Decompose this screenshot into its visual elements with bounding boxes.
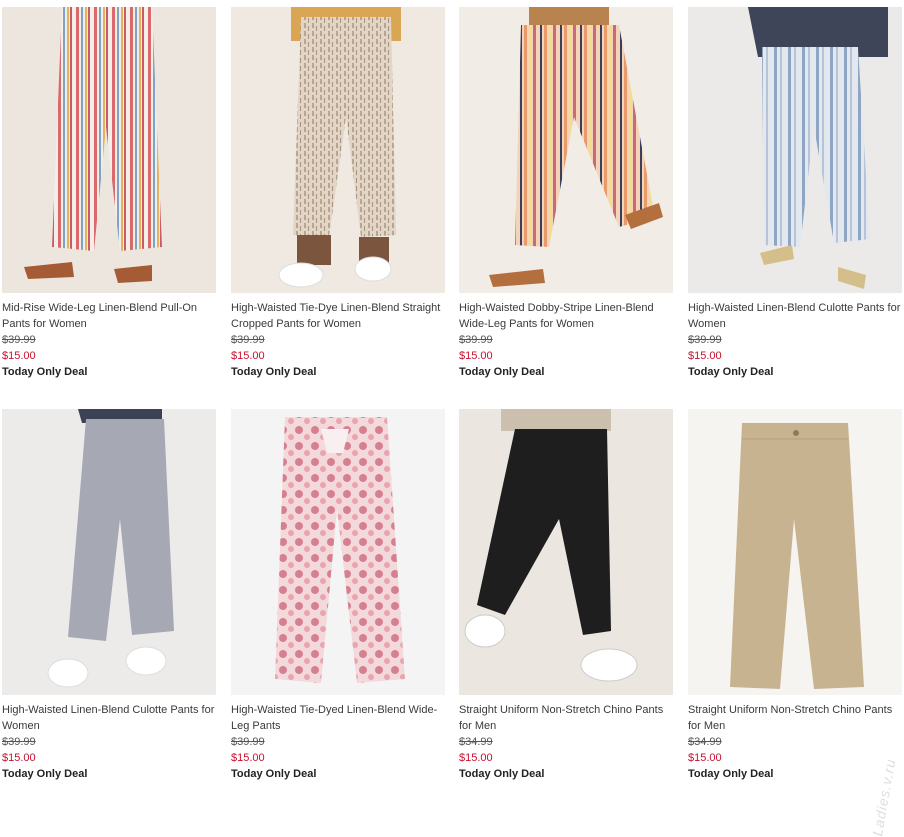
product-title[interactable]: High-Waisted Tie-Dye Linen-Blend Straigh… <box>231 300 445 332</box>
original-price: $39.99 <box>688 334 722 346</box>
sale-price: $15.00 <box>459 350 493 362</box>
product-image[interactable] <box>688 7 902 293</box>
product-image[interactable] <box>231 7 445 293</box>
sale-price: $15.00 <box>459 752 493 764</box>
watermark: Ladies.v.ru <box>868 757 898 837</box>
product-title[interactable]: High-Waisted Linen-Blend Culotte Pants f… <box>688 300 902 332</box>
sale-price: $15.00 <box>231 350 265 362</box>
product-title[interactable]: High-Waisted Tie-Dyed Linen-Blend Wide-L… <box>231 702 445 734</box>
deal-badge: Today Only Deal <box>231 366 317 378</box>
deal-badge: Today Only Deal <box>459 366 545 378</box>
deal-badge: Today Only Deal <box>2 366 88 378</box>
sale-price: $15.00 <box>688 752 722 764</box>
sale-price: $15.00 <box>2 350 36 362</box>
product-image[interactable] <box>231 409 445 695</box>
original-price: $39.99 <box>459 334 493 346</box>
original-price: $39.99 <box>2 334 36 346</box>
product-image[interactable] <box>459 7 673 293</box>
sale-price: $15.00 <box>231 752 265 764</box>
product-title[interactable]: Straight Uniform Non-Stretch Chino Pants… <box>688 702 902 734</box>
deal-badge: Today Only Deal <box>688 768 774 780</box>
deal-badge: Today Only Deal <box>459 768 545 780</box>
deal-badge: Today Only Deal <box>688 366 774 378</box>
product-image[interactable] <box>688 409 902 695</box>
product-title[interactable]: Mid-Rise Wide-Leg Linen-Blend Pull-On Pa… <box>2 300 216 332</box>
deal-badge: Today Only Deal <box>2 768 88 780</box>
original-price: $34.99 <box>459 736 493 748</box>
product-title[interactable]: High-Waisted Dobby-Stripe Linen-Blend Wi… <box>459 300 673 332</box>
product-title[interactable]: Straight Uniform Non-Stretch Chino Pants… <box>459 702 673 734</box>
sale-price: $15.00 <box>688 350 722 362</box>
product-image[interactable] <box>459 409 673 695</box>
sale-price: $15.00 <box>2 752 36 764</box>
original-price: $39.99 <box>231 736 265 748</box>
original-price: $39.99 <box>2 736 36 748</box>
original-price: $34.99 <box>688 736 722 748</box>
product-title[interactable]: High-Waisted Linen-Blend Culotte Pants f… <box>2 702 216 734</box>
deal-badge: Today Only Deal <box>231 768 317 780</box>
original-price: $39.99 <box>231 334 265 346</box>
product-image[interactable] <box>2 7 216 293</box>
product-image[interactable] <box>2 409 216 695</box>
